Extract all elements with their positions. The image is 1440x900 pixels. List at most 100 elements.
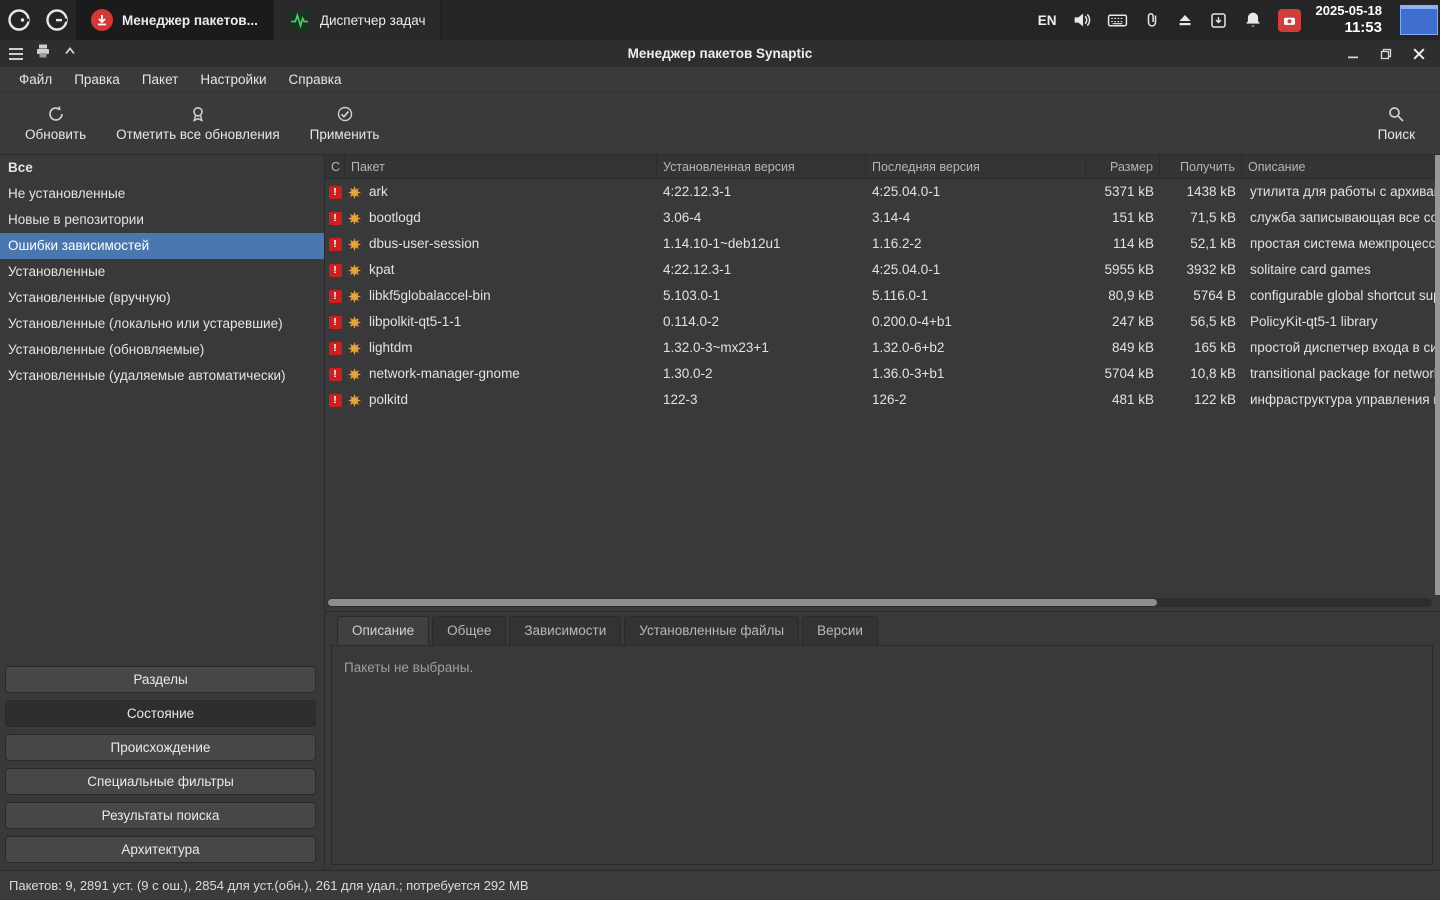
- filter-item-6[interactable]: Установленные (локально или устаревшие): [0, 311, 324, 337]
- statusbar: Пакетов: 9, 2891 уст. (9 с ош.), 2854 дл…: [0, 870, 1440, 900]
- close-button[interactable]: [1405, 42, 1433, 66]
- sidebar-button-3[interactable]: Специальные фильтры: [5, 768, 316, 795]
- column-header-5[interactable]: Получить: [1160, 155, 1242, 179]
- column-header-6[interactable]: Описание: [1242, 155, 1440, 179]
- package-row[interactable]: ! polkitd 122-3 126-2 481 kB 122 kB инфраструк…: [325, 387, 1440, 413]
- size-cell: 80,9 kB: [1108, 288, 1154, 303]
- mark-all-upgrades-button[interactable]: Отметить все обновления: [101, 101, 295, 146]
- sidebar-button-4[interactable]: Результаты поиска: [5, 802, 316, 829]
- horizontal-scrollbar-thumb[interactable]: [328, 599, 1157, 606]
- package-row[interactable]: ! kpat 4:22.12.3-1 4:25.04.0-1 5955 kB 3932 k…: [325, 257, 1440, 283]
- package-row[interactable]: ! bootlogd 3.06-4 3.14-4 151 kB 71,5 kB служба…: [325, 205, 1440, 231]
- sidebar-button-2[interactable]: Происхождение: [5, 734, 316, 761]
- print-icon[interactable]: [35, 43, 51, 64]
- installed-version-cell: 1.30.0-2: [663, 366, 713, 381]
- vertical-scrollbar[interactable]: [1435, 155, 1440, 595]
- vertical-scrollbar-thumb[interactable]: [1435, 155, 1440, 595]
- tab-1[interactable]: Общее: [432, 616, 507, 645]
- tab-0[interactable]: Описание: [337, 616, 430, 645]
- tab-3[interactable]: Установленные файлы: [624, 616, 800, 645]
- horizontal-scrollbar[interactable]: [327, 598, 1432, 607]
- table-header: С Пакет Установленная версия Последняя верс…: [325, 155, 1440, 179]
- mark-all-upgrades-icon: [192, 107, 203, 122]
- show-desktop-button[interactable]: [1400, 5, 1438, 35]
- package-row[interactable]: ! lightdm 1.32.0-3~mx23+1 1.32.0-6+b2 849 kB…: [325, 335, 1440, 361]
- download-cell: 10,8 kB: [1190, 366, 1236, 381]
- filter-item-3[interactable]: Ошибки зависимостей: [0, 233, 324, 259]
- download-cell: 5764 B: [1193, 288, 1236, 303]
- filter-item-7[interactable]: Установленные (обновляемые): [0, 337, 324, 363]
- package-row[interactable]: ! network-manager-gnome 1.30.0-2 1.36.0-3+b…: [325, 361, 1440, 387]
- minimize-button[interactable]: [1339, 42, 1367, 66]
- keyboard-icon[interactable]: [1107, 10, 1128, 31]
- filter-item-8[interactable]: Установленные (удаляемые автоматически): [0, 363, 324, 389]
- maximize-button[interactable]: [1372, 42, 1400, 66]
- installed-version-cell: 1.14.10-1~deb12u1: [663, 236, 781, 251]
- details-pane: Пакеты не выбраны.: [331, 645, 1433, 865]
- column-header-0[interactable]: С: [325, 155, 345, 179]
- package-icon: [348, 185, 361, 199]
- volume-icon[interactable]: [1072, 10, 1092, 30]
- menu-item-1[interactable]: Правка: [63, 67, 131, 93]
- tab-4[interactable]: Версии: [802, 616, 878, 645]
- filter-item-1[interactable]: Не установленные: [0, 181, 324, 207]
- synaptic-window: Менеджер пакетов Synaptic Файл Правка Паке…: [0, 40, 1440, 900]
- column-header-2[interactable]: Установленная версия: [657, 155, 866, 179]
- column-header-3[interactable]: Последняя версия: [866, 155, 1086, 179]
- titlebar[interactable]: Менеджер пакетов Synaptic: [0, 40, 1440, 67]
- filter-item-4[interactable]: Установленные: [0, 259, 324, 285]
- column-header-4[interactable]: Размер: [1086, 155, 1160, 179]
- sidebar-button-5[interactable]: Архитектура: [5, 836, 316, 863]
- menu-item-3[interactable]: Настройки: [189, 67, 277, 93]
- sidebar-button-0[interactable]: Разделы: [5, 666, 316, 693]
- taskbar-window-synaptic[interactable]: Менеджер пакетов...: [76, 0, 274, 40]
- filter-item-2[interactable]: Новые в репозитории: [0, 207, 324, 233]
- column-header-1[interactable]: Пакет: [345, 155, 657, 179]
- sidebar-button-1[interactable]: Состояние: [5, 700, 316, 727]
- notifications-bell-icon[interactable]: [1243, 10, 1263, 30]
- apply-button[interactable]: Применить: [295, 101, 395, 146]
- eject-icon[interactable]: [1176, 11, 1194, 29]
- tab-2[interactable]: Зависимости: [509, 616, 622, 645]
- filter-item-5[interactable]: Установленные (вручную): [0, 285, 324, 311]
- launcher-icon-1[interactable]: [0, 0, 38, 40]
- package-row[interactable]: ! libkf5globalaccel-bin 5.103.0-1 5.116.0-1…: [325, 283, 1440, 309]
- clock[interactable]: 2025-05-18 11:53: [1316, 3, 1383, 37]
- download-cell: 56,5 kB: [1190, 314, 1236, 329]
- search-button[interactable]: Поиск: [1363, 101, 1430, 146]
- package-row[interactable]: ! dbus-user-session 1.14.10-1~deb12u1 1.16.…: [325, 231, 1440, 257]
- latest-version-cell: 0.200.0-4+b1: [872, 314, 952, 329]
- clipboard-paperclip-icon[interactable]: [1143, 11, 1161, 29]
- toolbar: Обновить Отметить все обновления Примени…: [0, 93, 1440, 155]
- reload-button[interactable]: Обновить: [10, 101, 101, 146]
- installed-version-cell: 0.114.0-2: [663, 314, 720, 329]
- broken-status-icon: !: [325, 387, 345, 413]
- menu-item-4[interactable]: Справка: [278, 67, 353, 93]
- package-name-cell: libkf5globalaccel-bin: [345, 283, 657, 309]
- launcher-logo-icon: [8, 9, 30, 31]
- installed-version-cell: 5.103.0-1: [663, 288, 721, 303]
- menu-item-0[interactable]: Файл: [8, 67, 63, 93]
- keyboard-layout-indicator[interactable]: EN: [1038, 13, 1057, 28]
- package-row[interactable]: ! libpolkit-qt5-1-1 0.114.0-2 0.200.0-4+b1 2…: [325, 309, 1440, 335]
- window-menu-icon[interactable]: [9, 47, 23, 60]
- latest-version-cell: 4:25.04.0-1: [872, 184, 941, 199]
- package-icon: [348, 237, 361, 251]
- menu-item-2[interactable]: Пакет: [131, 67, 190, 93]
- latest-version-cell: 1.36.0-3+b1: [872, 366, 945, 381]
- package-name-cell: network-manager-gnome: [345, 361, 657, 387]
- package-name-cell: polkitd: [345, 387, 657, 413]
- package-row[interactable]: ! ark 4:22.12.3-1 4:25.04.0-1 5371 kB 1438 kB…: [325, 179, 1440, 205]
- tray-red-badge-icon[interactable]: [1277, 8, 1301, 32]
- size-cell: 151 kB: [1111, 210, 1154, 225]
- desktop: Менеджер пакетов... Диспетчер задач EN 2…: [0, 0, 1440, 900]
- system-tray: EN 2025-05-18 11:53: [1038, 3, 1440, 37]
- broken-status-icon: !: [325, 283, 345, 309]
- window-title: Менеджер пакетов Synaptic: [627, 46, 813, 61]
- roll-up-icon[interactable]: [63, 44, 77, 63]
- filter-item-0[interactable]: Все: [0, 155, 324, 181]
- updates-icon[interactable]: [1209, 11, 1228, 30]
- main-area: Все Не установленные Новые в репозитории Ош…: [0, 155, 1440, 870]
- taskbar-window-taskmanager[interactable]: Диспетчер задач: [273, 0, 442, 40]
- launcher-icon-2[interactable]: [38, 0, 76, 40]
